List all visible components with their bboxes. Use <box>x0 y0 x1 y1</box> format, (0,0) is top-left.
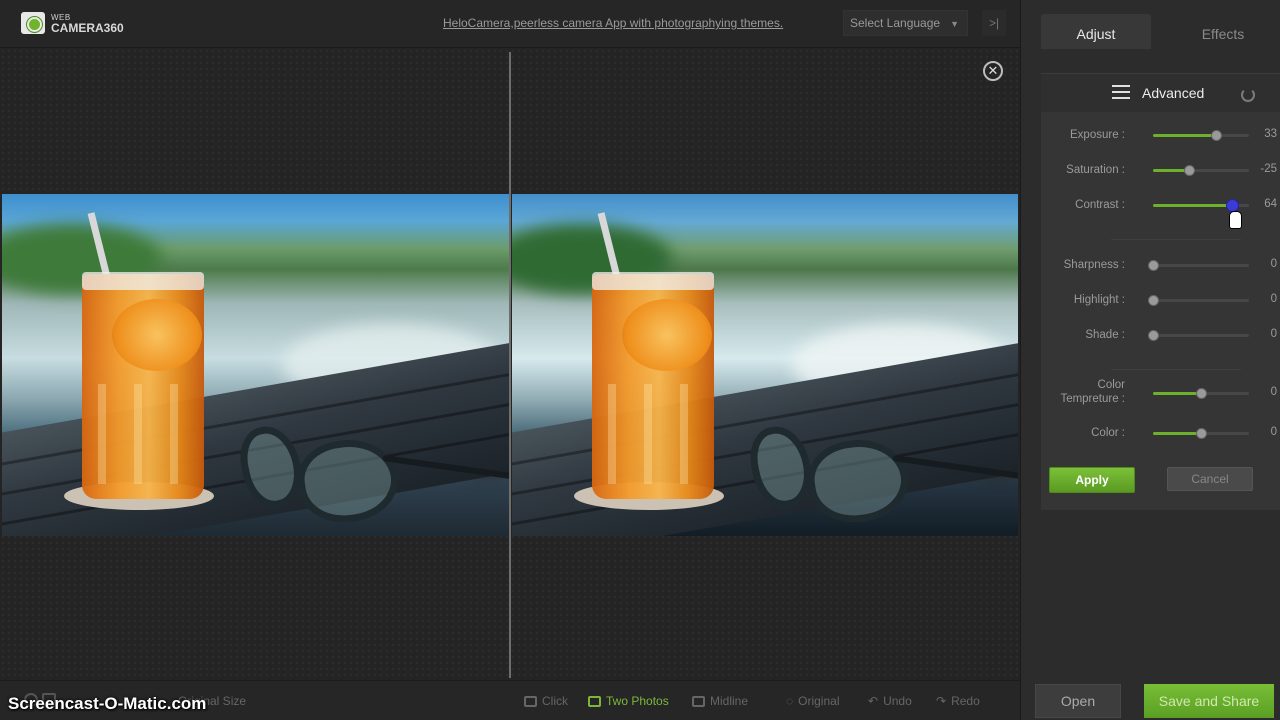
app-logo: WEB CAMERA360 <box>21 12 124 34</box>
chevron-down-icon: ▼ <box>950 19 959 29</box>
advanced-header: Advanced <box>1041 74 1280 112</box>
tab-effects[interactable]: Effects <box>1168 14 1278 49</box>
slider-label: Color Tempreture : <box>1060 379 1125 405</box>
click-icon <box>524 695 537 707</box>
undo-button[interactable]: ↶ Undo <box>868 694 912 708</box>
language-select[interactable]: Select Language ▼ <box>843 10 968 36</box>
slider-handle[interactable] <box>1184 165 1195 176</box>
logo-line2: CAMERA360 <box>51 21 124 35</box>
compare-divider[interactable] <box>509 52 511 678</box>
slider-value: 0 <box>1270 426 1277 438</box>
sliders-icon <box>1112 84 1130 100</box>
two-photos-button[interactable]: Two Photos <box>588 694 669 708</box>
advanced-section: Advanced Exposure : 33 Saturation : -25 Cont… <box>1041 73 1280 510</box>
slider-handle[interactable] <box>1211 130 1222 141</box>
slider-label: Sharpness : <box>1063 259 1125 271</box>
section-separator <box>1111 369 1241 370</box>
slider-label: Shade : <box>1085 329 1125 341</box>
reset-icon[interactable] <box>1241 88 1255 102</box>
slider-label: Exposure : <box>1070 129 1125 141</box>
slider-track[interactable] <box>1153 130 1249 141</box>
slider-value: 0 <box>1270 386 1277 398</box>
slider-handle[interactable] <box>1196 388 1207 399</box>
original-icon: ◌ <box>786 694 794 708</box>
apply-button[interactable]: Apply <box>1049 467 1135 493</box>
top-bar: WEB CAMERA360 HeloCamera,peerless camera… <box>0 0 1020 48</box>
slider-track[interactable] <box>1153 388 1249 399</box>
midline-button[interactable]: Midline <box>692 694 748 708</box>
collapse-panel-button[interactable]: >| <box>982 10 1006 36</box>
close-icon[interactable]: ✕ <box>983 61 1003 81</box>
slider-value: 64 <box>1264 198 1277 210</box>
camera-logo-icon <box>21 12 45 34</box>
advanced-title: Advanced <box>1142 85 1205 101</box>
slider-handle[interactable] <box>1148 295 1159 306</box>
slider-handle[interactable] <box>1148 260 1159 271</box>
screencast-watermark: Screencast-O-Matic.com <box>8 694 207 713</box>
click-compare-button[interactable]: Click <box>524 694 568 708</box>
slider-label: Saturation : <box>1066 164 1125 176</box>
midline-icon <box>692 695 705 707</box>
original-button[interactable]: ◌ Original <box>786 694 840 708</box>
slider-fill <box>1153 392 1201 395</box>
slider-handle[interactable] <box>1196 428 1207 439</box>
tab-adjust[interactable]: Adjust <box>1041 14 1151 49</box>
section-separator <box>1111 239 1241 240</box>
slider-track[interactable] <box>1148 330 1249 341</box>
language-select-value: Select Language <box>850 16 941 30</box>
photo-original <box>2 194 509 536</box>
adjust-panel: Adjust Effects Advanced Exposure : 33 Satu… <box>1020 0 1280 720</box>
panel-tabs: Adjust Effects <box>1041 14 1280 49</box>
slider-label: Contrast : <box>1075 199 1125 211</box>
open-button[interactable]: Open <box>1035 684 1121 718</box>
redo-button[interactable]: ↷ Redo <box>936 694 980 708</box>
photo-canvas: ✕ <box>0 48 1020 680</box>
slider-value: 0 <box>1270 258 1277 270</box>
webcamera360-app: WEB CAMERA360 HeloCamera,peerless camera… <box>0 0 1280 720</box>
undo-icon: ↶ <box>868 694 879 708</box>
slider-track[interactable] <box>1153 199 1249 212</box>
slider-track[interactable] <box>1153 165 1249 176</box>
slider-value: 0 <box>1270 328 1277 340</box>
slider-fill <box>1153 204 1232 207</box>
slider-value: 0 <box>1270 293 1277 305</box>
redo-icon: ↷ <box>936 694 947 708</box>
slider-label: Color : <box>1091 427 1125 439</box>
tagline-link[interactable]: HeloCamera,peerless camera App with phot… <box>443 16 783 30</box>
slider-label: Highlight : <box>1073 294 1125 306</box>
slider-track[interactable] <box>1153 428 1249 439</box>
save-and-share-button[interactable]: Save and Share <box>1144 684 1274 718</box>
slider-track[interactable] <box>1148 295 1249 306</box>
slider-handle[interactable] <box>1148 330 1159 341</box>
slider-value: -25 <box>1260 163 1277 175</box>
photo-edited <box>512 194 1018 536</box>
slider-value: 33 <box>1264 128 1277 140</box>
slider-fill <box>1153 432 1201 435</box>
slider-fill <box>1153 134 1216 137</box>
cancel-button[interactable]: Cancel <box>1167 467 1253 491</box>
slider-track[interactable] <box>1148 260 1249 271</box>
two-photos-icon <box>588 695 601 707</box>
